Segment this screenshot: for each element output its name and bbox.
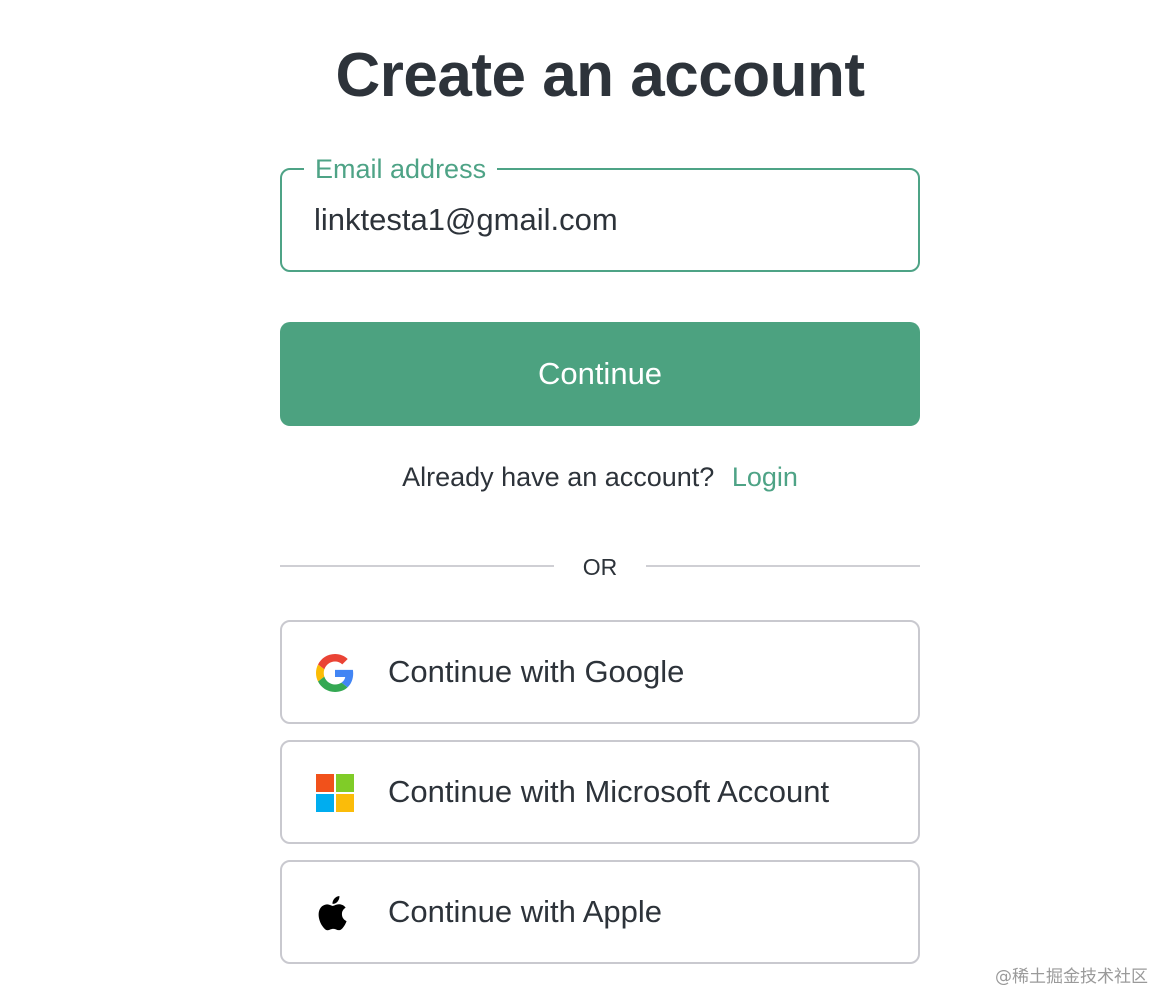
login-prompt: Already have an account? Login [280, 462, 920, 493]
google-button-label: Continue with Google [388, 654, 685, 689]
watermark: @稀土掘金技术社区 [995, 967, 1148, 987]
apple-button-label: Continue with Apple [388, 894, 663, 929]
continue-button[interactable]: Continue [280, 322, 920, 426]
continue-with-microsoft-button[interactable]: Continue with Microsoft Account [280, 740, 920, 844]
login-link[interactable]: Login [732, 462, 798, 492]
continue-with-google-button[interactable]: Continue with Google [280, 620, 920, 724]
divider-left [280, 565, 554, 567]
apple-icon [318, 896, 347, 931]
google-icon [316, 654, 354, 692]
divider-right [646, 565, 920, 567]
email-label: Email address [304, 154, 498, 184]
page-title: Create an account [335, 41, 865, 110]
microsoft-icon [316, 774, 354, 812]
microsoft-button-label: Continue with Microsoft Account [388, 774, 830, 809]
email-input[interactable] [314, 200, 874, 240]
continue-with-apple-button[interactable]: Continue with Apple [280, 860, 920, 964]
login-prompt-text: Already have an account? [402, 462, 715, 492]
divider-text: OR [582, 554, 618, 580]
email-field[interactable]: Email address [280, 154, 920, 272]
